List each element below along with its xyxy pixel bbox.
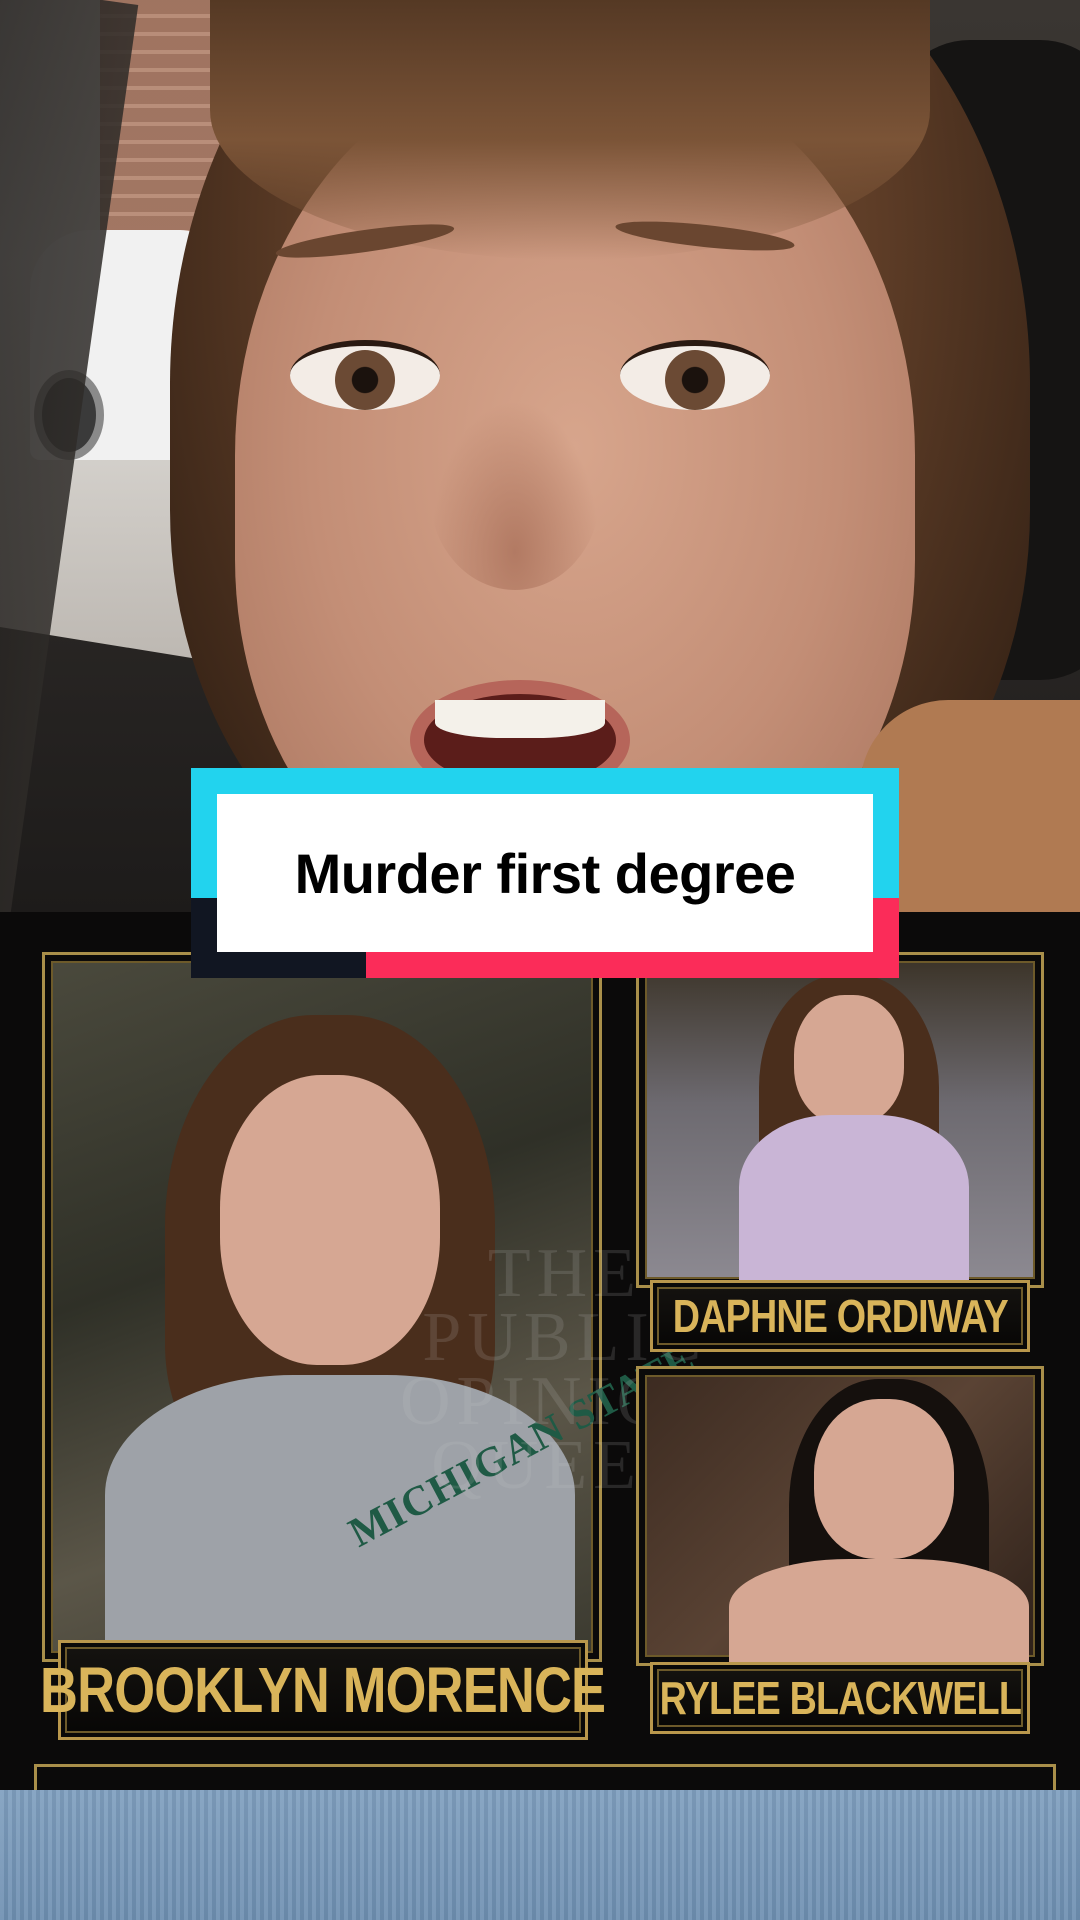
caption-text: Murder first degree — [294, 841, 796, 905]
case-poster: MICHIGAN STATE THE PUBLIC OPINION QUEEN … — [0, 912, 1080, 1790]
bottom-person-face — [814, 1399, 954, 1559]
bottom-person-shoulders — [729, 1559, 1029, 1663]
nameplate-top: DAPHNE ORDIWAY — [650, 1280, 1030, 1352]
photo-bottom — [636, 1366, 1044, 1666]
right-eye — [620, 340, 770, 410]
nameplate-main: BROOKLYN MORENCE — [40, 1640, 606, 1740]
knit-fabric-background — [0, 1790, 1080, 1920]
top-person-face — [794, 995, 904, 1125]
photo-top — [636, 952, 1044, 1288]
caption-sticker: Murder first degree — [191, 768, 899, 978]
caption-box: Murder first degree — [217, 794, 873, 952]
teeth — [435, 700, 605, 738]
name-main: BROOKLYN MORENCE — [40, 1654, 606, 1726]
nameplate-bottom: RYLEE BLACKWELL — [650, 1662, 1030, 1734]
left-eye — [290, 340, 440, 410]
poster-bottom-border — [34, 1764, 1056, 1790]
top-person-hoodie — [739, 1115, 969, 1285]
nose — [430, 400, 600, 590]
name-top: DAPHNE ORDIWAY — [672, 1290, 1008, 1342]
name-bottom: RYLEE BLACKWELL — [659, 1672, 1021, 1724]
